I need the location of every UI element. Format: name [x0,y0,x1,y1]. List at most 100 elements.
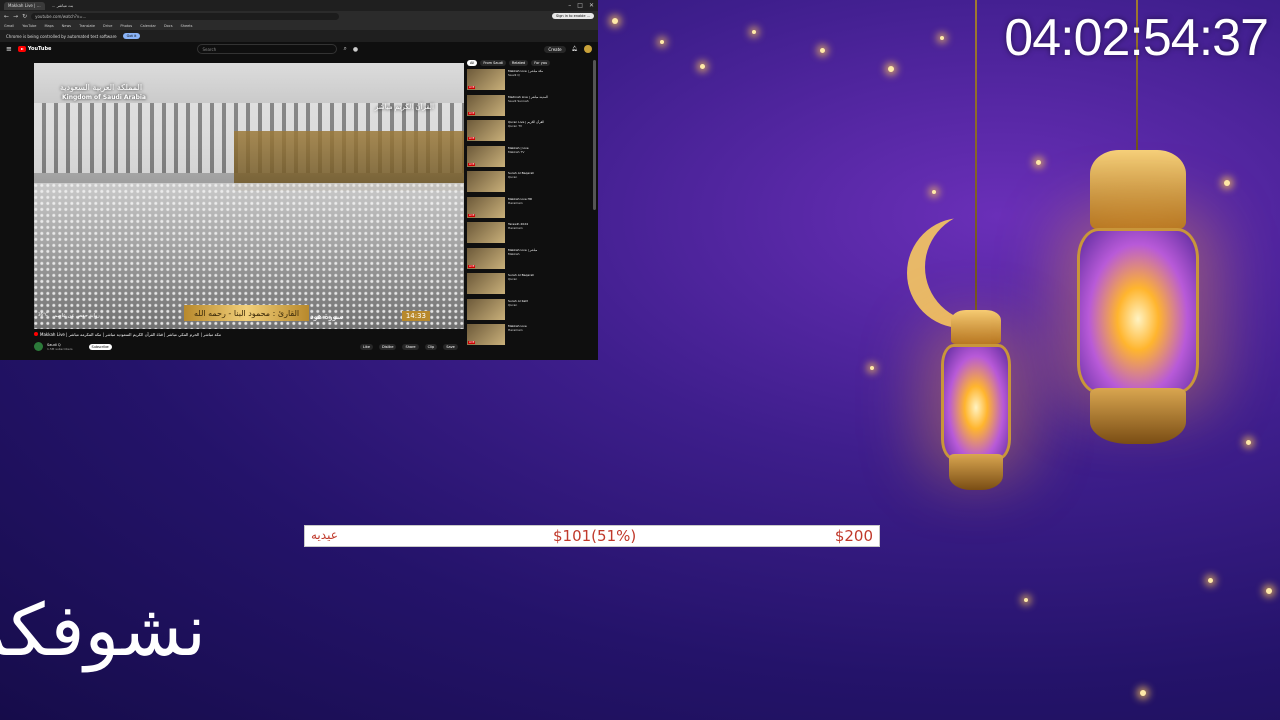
recommendation-meta: Surah Al Kahf Quran [508,299,528,323]
crescent-moon-icon [925,212,1035,322]
page-scrollbar[interactable] [593,60,596,210]
recommendation-channel: Quran [508,302,518,307]
recommendation-meta: Makkah Live Haramain [508,324,527,348]
live-badge: LIVE [468,264,476,268]
reload-icon[interactable]: ↻ [22,13,27,20]
recommendation-thumbnail[interactable] [467,222,505,243]
recommendation-item[interactable]: Surah Al Baqarah Quran [467,171,592,195]
channel-avatar[interactable] [34,342,43,351]
recommendation-channel: Quran [508,277,518,281]
subscribe-button[interactable]: Subscribe [88,343,112,350]
back-icon[interactable]: ← [4,13,9,20]
recommendation-title: Makkah | Live [508,145,529,150]
recommendation-item[interactable]: LIVE Madinah Live | المدينة مباشر Saudi Su… [467,94,592,119]
url-field[interactable]: youtube.com/watch?v=... [31,12,340,20]
minimize-icon[interactable]: – [568,2,571,9]
bookmark-item[interactable]: Docs [164,24,173,28]
menu-icon[interactable]: ≡ [6,45,12,53]
recommendation-channel: Haramain [508,226,523,230]
recommendation-thumbnail[interactable]: LIVE [467,324,505,345]
dislike-button[interactable]: Dislike [378,344,397,350]
recommendation-thumbnail[interactable] [467,273,505,294]
recommendation-item[interactable]: Surah Al Baqarah Quran [467,273,592,297]
microphone-icon[interactable]: ● [353,46,358,53]
bookmark-item[interactable]: Drive [103,24,112,28]
youtube-logo[interactable]: YouTube [17,46,51,52]
recommendation-thumbnail[interactable] [467,171,505,192]
chip-from-saudi[interactable]: From Saudi [480,60,506,66]
recommendation-item[interactable]: LIVE Makkah | Live Makkah TV [467,145,592,170]
recommendation-item[interactable]: LIVE Quran Live | القرآن الكريم Quran TV [467,120,592,144]
create-button[interactable]: Create [544,45,566,53]
overlay-title-english: Kingdom of Saudi Arabia [62,94,146,101]
video-actions: Like Dislike Share Clip Save [360,344,458,350]
recommendation-thumbnail[interactable]: LIVE [467,120,505,141]
recommendations-sidebar: All From Saudi Related For you LIVE Makka… [467,60,592,360]
share-button[interactable]: Share [402,344,419,350]
video-player[interactable]: المملكة العربية السعودية Kingdom of Saud… [34,63,464,329]
bookmark-item[interactable]: Photos [120,24,132,28]
tab-second[interactable]: ... بث مباشر [48,2,78,10]
recommendation-item[interactable]: Surah Al Kahf Quran [467,298,592,323]
recommendation-item[interactable]: LIVE Makkah Live Haramain [467,324,592,348]
like-button[interactable]: Like [360,344,373,350]
maximize-icon[interactable]: □ [577,2,583,9]
notifications-icon[interactable]: 🔔︎ [572,46,578,52]
chip-all[interactable]: All [467,60,478,66]
bookmark-item[interactable]: Gmail [4,24,14,28]
bookmark-item[interactable]: YouTube [22,24,36,28]
live-badge: LIVE [468,111,476,115]
live-badge: LIVE [468,86,476,89]
video-title: Makkah Live | مكة مباشر | الحرم المكي مب… [34,332,221,337]
recommendation-thumbnail[interactable]: LIVE [467,196,505,218]
recommendation-thumbnail[interactable]: LIVE [467,247,505,269]
youtube-play-icon [17,46,26,52]
overlay-riwaya: رواية حفص عن عاصم [54,313,100,319]
live-dot-icon [34,332,38,336]
overlay-time: 14:33 [401,311,430,321]
save-button[interactable]: Save [443,344,458,350]
youtube-header: ≡ YouTube Search ⌕ ● Create 🔔︎ [0,42,598,56]
recommendation-meta: Surah Al Baqarah Quran [508,273,534,297]
bookmark-item[interactable]: Maps [44,24,53,28]
profile-button[interactable]: Sign in to enable ... [552,13,594,19]
chip-related[interactable]: Related [508,60,529,66]
info-bar-message: Chrome is being controlled by automated … [6,33,117,39]
browser-window: Makkah Live | ... ... بث مباشر – □ ✕ ← →… [0,0,598,360]
small-lantern-icon [930,310,1022,500]
search-input[interactable]: Search [197,44,338,54]
goal-label: عيديه [311,528,338,542]
tab-youtube[interactable]: Makkah Live | ... [4,1,45,10]
recommendation-item[interactable]: LIVE Makkah Live | مكة مباشر Saudi Q [467,69,592,93]
recommendation-thumbnail[interactable]: LIVE [467,94,505,116]
recommendation-thumbnail[interactable]: LIVE [467,69,505,90]
recommendation-thumbnail[interactable] [467,298,505,320]
recommendation-title: Makkah Live HD [508,196,533,201]
clip-button[interactable]: Clip [424,344,438,350]
bookmark-item[interactable]: News [62,24,71,28]
close-icon[interactable]: ✕ [589,2,594,9]
recommendation-item[interactable]: LIVE Makkah Live | مباشر Makkah [467,247,592,272]
recommendation-meta: Madinah Live | المدينة مباشر Saudi Sunnah [508,95,548,119]
recommendation-thumbnail[interactable]: LIVE [467,145,505,167]
overlay-surah: سورة هود [310,312,344,321]
live-badge: LIVE [468,341,476,344]
recommendation-channel: Makkah TV [508,149,525,154]
forward-icon[interactable]: → [13,13,18,20]
channel-row: Saudi Q 1.5M subscribers Subscribe [34,342,112,351]
bookmark-item[interactable]: Translate [79,24,95,28]
live-badge: LIVE [468,137,476,140]
large-lantern-icon [1068,150,1208,450]
search-icon[interactable]: ⌕ [343,45,346,53]
info-bar-button[interactable]: Got it [122,33,141,39]
recommendation-item[interactable]: Tarawih 2024 Haramain [467,222,592,246]
recommendation-meta: Makkah | Live Makkah TV [508,146,529,170]
bookmark-item[interactable]: Calendar [140,24,156,28]
recommendation-item[interactable]: LIVE Makkah Live HD Haramain [467,196,592,221]
address-bar: ← → ↻ youtube.com/watch?v=... Sign in to… [0,11,598,21]
countdown-timer: 04:02:54:37 [1004,9,1269,67]
avatar[interactable] [584,45,592,53]
chip-for-you[interactable]: For you [531,60,551,66]
bookmark-item[interactable]: Sheets [181,24,193,28]
recommendation-channel: Saudi Sunnah [508,98,529,103]
